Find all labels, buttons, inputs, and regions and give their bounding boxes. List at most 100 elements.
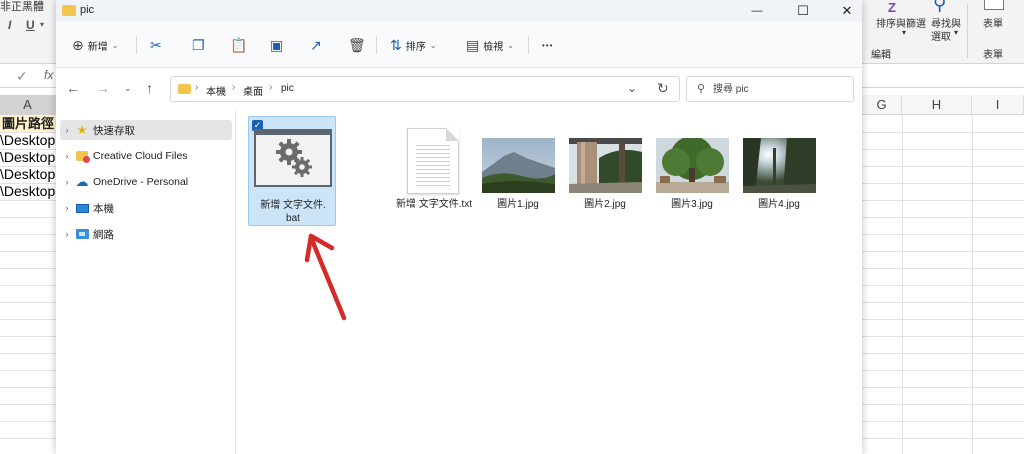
trash-icon: 🗑 bbox=[348, 36, 366, 53]
folder-icon bbox=[178, 84, 191, 94]
rename-button[interactable]: ▣ bbox=[270, 34, 283, 56]
file-item-jpg-4[interactable]: 圖片4.jpg bbox=[735, 116, 823, 226]
find-select-icon[interactable]: ⚲ bbox=[933, 0, 946, 15]
sidebar-item-network[interactable]: › 網路 bbox=[60, 224, 232, 244]
form-button-label[interactable]: 表單 bbox=[983, 15, 1003, 30]
computer-icon bbox=[74, 201, 90, 215]
new-button[interactable]: ⊕ 新增 ⌄ bbox=[72, 34, 118, 56]
file-name: 圖片3.jpg bbox=[671, 199, 713, 210]
file-name-line1: 新增 文字文件. bbox=[260, 200, 326, 211]
sidebar-item-onedrive[interactable]: › ☁ OneDrive - Personal bbox=[60, 172, 232, 192]
chevron-right-icon[interactable]: › bbox=[60, 125, 74, 135]
chevron-right-icon[interactable]: › bbox=[60, 151, 74, 161]
chevron-right-icon[interactable]: › bbox=[60, 229, 74, 239]
italic-button[interactable]: I bbox=[8, 18, 11, 32]
toolbar-divider bbox=[528, 36, 529, 54]
image-thumbnail bbox=[569, 138, 642, 193]
close-button[interactable]: ✕ bbox=[824, 0, 870, 22]
breadcrumb-desktop[interactable]: 桌面 bbox=[243, 83, 263, 98]
cell-a4[interactable]: \Desktop bbox=[0, 166, 55, 182]
cell-a5[interactable]: \Desktop bbox=[0, 183, 55, 199]
address-bar[interactable]: › 本機 › 桌面 › pic ⌄ ↻ bbox=[170, 76, 680, 102]
batch-file-icon bbox=[254, 129, 332, 187]
form-group-label: 表單 bbox=[983, 50, 1003, 61]
insert-function-icon[interactable]: fx bbox=[44, 68, 53, 82]
column-header-g[interactable]: G bbox=[862, 95, 902, 115]
sidebar-item-label: Creative Cloud Files bbox=[93, 150, 188, 162]
sidebar-item-quick-access[interactable]: › ★ 快速存取 bbox=[60, 120, 232, 140]
recent-locations-chevron-icon[interactable]: ⌄ bbox=[124, 83, 132, 94]
sort-filter-label[interactable]: 排序與篩選 bbox=[876, 15, 926, 30]
minimize-button[interactable]: — bbox=[734, 0, 780, 22]
paste-button[interactable]: 📋 bbox=[230, 34, 247, 56]
file-item-txt[interactable]: 新增 文字文件.txt bbox=[387, 116, 481, 226]
scissors-icon: ✂ bbox=[150, 36, 162, 53]
network-icon bbox=[74, 227, 90, 241]
refresh-icon[interactable]: ↻ bbox=[657, 80, 669, 97]
find-select-dropdown-icon[interactable]: ▾ bbox=[954, 28, 958, 37]
column-header-h[interactable]: H bbox=[902, 95, 972, 115]
underline-dropdown-icon[interactable]: ▾ bbox=[40, 20, 44, 29]
folder-icon bbox=[62, 5, 76, 16]
file-item-jpg-1[interactable]: 圖片1.jpg bbox=[474, 116, 562, 226]
font-name-label: 非正黑體 bbox=[0, 1, 44, 13]
view-icon: ▤ bbox=[466, 36, 480, 53]
file-explorer-window: pic — ☐ ✕ ⊕ 新增 ⌄ ✂ ❐ 📋 ▣ ↗ 🗑 ⇅ 排序 ⌄ ▤ 檢視… bbox=[56, 0, 862, 454]
find-select-label-line2[interactable]: 選取 bbox=[931, 28, 951, 43]
breadcrumb-this-pc[interactable]: 本機 bbox=[206, 83, 226, 98]
file-item-bat[interactable]: ✓ 新增 文字文件. bat bbox=[248, 116, 336, 226]
sidebar-item-creative-cloud[interactable]: › Creative Cloud Files bbox=[60, 146, 232, 166]
share-button[interactable]: ↗ bbox=[310, 34, 322, 56]
ribbon-divider bbox=[967, 4, 968, 58]
gears-icon bbox=[276, 139, 312, 177]
command-bar: ⊕ 新增 ⌄ ✂ ❐ 📋 ▣ ↗ 🗑 ⇅ 排序 ⌄ ▤ 檢視 ⌄ ••• bbox=[56, 22, 862, 68]
sort-button-label: 排序 bbox=[405, 41, 426, 53]
underline-button[interactable]: U bbox=[26, 18, 35, 32]
delete-button[interactable]: 🗑 bbox=[348, 34, 366, 56]
address-row: ← → ⌄ ↑ › 本機 › 桌面 › pic ⌄ ↻ ⚲ bbox=[56, 68, 862, 110]
sort-button[interactable]: ⇅ 排序 ⌄ bbox=[390, 34, 436, 56]
copy-icon: ❐ bbox=[192, 36, 205, 53]
text-document-icon bbox=[407, 128, 459, 194]
navigation-pane: › ★ 快速存取 › Creative Cloud Files › ☁ OneD… bbox=[56, 110, 236, 454]
file-item-jpg-3[interactable]: 圖片3.jpg bbox=[648, 116, 736, 226]
cell-a2[interactable]: \Desktop bbox=[0, 132, 55, 148]
cell-a3[interactable]: \Desktop bbox=[0, 149, 55, 165]
maximize-button[interactable]: ☐ bbox=[780, 0, 826, 22]
back-arrow-icon[interactable]: ← bbox=[66, 80, 80, 96]
chevron-right-icon[interactable]: › bbox=[60, 177, 74, 187]
annotation-arrow-icon bbox=[304, 233, 347, 321]
title-bar[interactable]: pic — ☐ ✕ bbox=[56, 0, 862, 22]
more-options-button[interactable]: ••• bbox=[542, 34, 553, 56]
search-box[interactable]: ⚲ bbox=[686, 76, 854, 102]
cut-button[interactable]: ✂ bbox=[150, 34, 162, 56]
address-history-dropdown-icon[interactable]: ⌄ bbox=[627, 81, 637, 95]
more-icon: ••• bbox=[542, 40, 554, 50]
sidebar-item-label: OneDrive - Personal bbox=[93, 176, 189, 188]
form-icon[interactable] bbox=[984, 0, 1004, 10]
file-item-jpg-2[interactable]: 圖片2.jpg bbox=[561, 116, 649, 226]
forward-arrow-icon[interactable]: → bbox=[96, 80, 110, 96]
onedrive-icon: ☁ bbox=[75, 174, 89, 189]
breadcrumb-pic[interactable]: pic bbox=[281, 83, 294, 94]
confirm-check-icon[interactable]: ✓ bbox=[16, 68, 28, 85]
sort-filter-icon[interactable]: Z bbox=[888, 0, 896, 15]
search-input[interactable] bbox=[713, 81, 849, 97]
column-header-i[interactable]: I bbox=[972, 95, 1024, 115]
file-name: 新增 文字文件.txt bbox=[395, 199, 473, 210]
sidebar-item-this-pc[interactable]: › 本機 bbox=[60, 198, 232, 218]
image-thumbnail bbox=[656, 138, 729, 193]
window-title: pic bbox=[80, 4, 95, 16]
copy-button[interactable]: ❐ bbox=[192, 34, 205, 56]
column-header-a[interactable]: A bbox=[0, 95, 56, 115]
sort-filter-dropdown-icon[interactable]: ▾ bbox=[902, 28, 906, 37]
up-arrow-icon[interactable]: ↑ bbox=[146, 80, 153, 96]
chevron-right-icon: › bbox=[269, 82, 273, 93]
sidebar-item-label: 快速存取 bbox=[93, 124, 135, 137]
creative-cloud-icon bbox=[74, 149, 90, 163]
cell-a1[interactable]: 圖片路徑 bbox=[0, 115, 56, 132]
view-button[interactable]: ▤ 檢視 ⌄ bbox=[466, 34, 514, 56]
chevron-right-icon[interactable]: › bbox=[60, 203, 74, 213]
toolbar-divider bbox=[376, 36, 377, 54]
image-thumbnail bbox=[743, 138, 816, 193]
